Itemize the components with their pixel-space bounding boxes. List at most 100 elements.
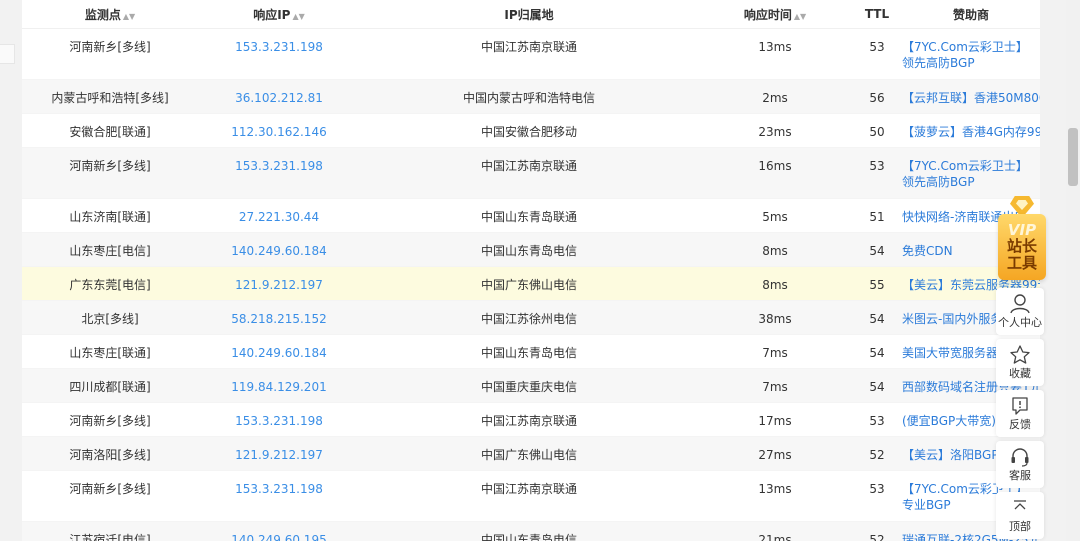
location-cell: 山东济南[联通]	[22, 198, 198, 233]
scrollbar-thumb[interactable]	[1068, 128, 1078, 186]
favorite-button[interactable]: 收藏	[996, 339, 1044, 386]
region-cell: 中国江苏南京联通	[480, 482, 577, 496]
table-row: 山东济南[联通] 27.221.30.44 中国山东青岛联通 5ms 51 快快网络-济南…	[22, 198, 1040, 233]
region-cell: 中国江苏徐州电信	[480, 312, 577, 326]
feedback-icon	[1012, 397, 1028, 415]
region-cell: 中国山东青岛电信	[360, 521, 698, 541]
sort-icon[interactable]: ▲▼	[292, 12, 304, 21]
response-time-cell: 17ms	[698, 402, 852, 437]
table-row: 河南新乡[多线] 153.3.231.198 中国江苏南京联通 16ms 53 【7YC.…	[22, 147, 1040, 199]
table-row: 广东东莞[电信] 121.9.212.197 中国广东佛山电信 8ms 55 【美云】东莞…	[22, 266, 1040, 301]
ip-cell[interactable]: 121.9.212.197	[198, 267, 360, 293]
profile-button[interactable]: 个人中心	[996, 288, 1044, 335]
ip-cell: 121.9.212.197	[198, 266, 360, 301]
ttl-cell: 54	[852, 334, 902, 369]
ttl-cell: 54	[852, 232, 902, 267]
feedback-button[interactable]: 反馈	[996, 390, 1044, 437]
header-ip[interactable]: 响应IP ▲▼	[198, 0, 360, 29]
left-collapse-tab[interactable]	[0, 44, 15, 64]
region-cell: 中国江苏南京联通	[360, 147, 698, 199]
left-margin	[0, 0, 22, 541]
response-time-cell: 23ms	[698, 113, 852, 148]
ttl-cell: 53	[869, 159, 885, 173]
response-time-cell: 8ms	[698, 266, 852, 301]
response-time-cell: 38ms	[758, 312, 792, 326]
region-cell: 中国江苏南京联通	[480, 414, 577, 428]
star-icon	[1010, 345, 1030, 364]
response-time-cell: 8ms	[698, 232, 852, 267]
region-cell: 中国江苏南京联通	[360, 470, 698, 522]
ip-cell[interactable]: 153.3.231.198	[198, 148, 360, 174]
response-time-cell: 16ms	[698, 147, 852, 199]
sort-icon[interactable]: ▲▼	[123, 12, 135, 21]
vip-card[interactable]: VIP 站长工具	[998, 214, 1046, 280]
region-cell: 中国广东佛山电信	[480, 278, 577, 292]
location-cell: 广东东莞[电信]	[69, 278, 151, 292]
response-time-cell: 23ms	[758, 125, 792, 139]
table-row: 山东枣庄[电信] 140.249.60.184 中国山东青岛电信 8ms 54 免费CDN	[22, 232, 1040, 267]
ip-cell[interactable]: 112.30.162.146	[198, 114, 360, 140]
response-time-cell: 5ms	[698, 198, 852, 233]
location-cell: 河南新乡[多线]	[22, 402, 198, 437]
region-cell: 中国安徽合肥移动	[480, 125, 577, 139]
sponsor-link[interactable]: 【云邦互联】香港50M800元	[902, 80, 1040, 106]
feedback-label: 反馈	[1009, 418, 1031, 431]
ping-results-table: 监测点 ▲▼ 响应IP ▲▼ IP归属地 响应时间 ▲▼ TTL 赞助商 河南新乡[多…	[22, 0, 1040, 541]
arrow-up-icon	[1014, 500, 1026, 510]
ip-cell[interactable]: 153.3.231.198	[198, 403, 360, 429]
back-to-top-label: 顶部	[1009, 520, 1031, 533]
region-cell: 中国广东佛山电信	[480, 448, 577, 462]
sponsor-link[interactable]: 【7YC.Com云彩卫士】领先高防BGP	[902, 29, 1040, 71]
location-cell: 安徽合肥[联通]	[22, 113, 198, 148]
region-cell: 中国江苏徐州电信	[360, 300, 698, 335]
ttl-cell: 54	[852, 300, 902, 335]
ip-cell[interactable]: 27.221.30.44	[198, 199, 360, 225]
response-time-cell: 27ms	[758, 448, 792, 462]
ip-cell[interactable]: 140.249.60.184	[198, 233, 360, 259]
ip-cell: 140.249.60.184	[198, 334, 360, 369]
user-icon	[1010, 294, 1030, 314]
ttl-cell: 56	[852, 79, 902, 114]
ttl-cell: 54	[869, 244, 885, 258]
ip-cell[interactable]: 36.102.212.81	[198, 80, 360, 106]
region-cell: 中国江苏南京联通	[480, 159, 577, 173]
response-time-cell: 8ms	[762, 244, 788, 258]
ttl-cell: 52	[869, 448, 885, 462]
location-cell: 山东枣庄[电信]	[22, 232, 198, 267]
response-time-cell: 16ms	[758, 159, 792, 173]
sponsor-cell: 【云邦互联】香港50M800元	[902, 79, 1040, 114]
header-time[interactable]: 响应时间 ▲▼	[698, 0, 852, 29]
customer-service-button[interactable]: 客服	[996, 441, 1044, 488]
location-cell: 河南新乡[多线]	[69, 159, 151, 173]
scrollbar-track[interactable]	[1066, 0, 1080, 541]
ttl-cell: 56	[869, 91, 885, 105]
sponsor-link[interactable]: 【7YC.Com云彩卫士】领先高防BGP	[902, 148, 1040, 190]
table-row: 河南新乡[多线] 153.3.231.198 中国江苏南京联通 13ms 53 【7YC.…	[22, 28, 1040, 80]
region-cell: 中国广东佛山电信	[360, 266, 698, 301]
ip-cell[interactable]: 58.218.215.152	[198, 301, 360, 327]
location-cell: 北京[多线]	[22, 300, 198, 335]
table-row: 内蒙古呼和浩特[多线] 36.102.212.81 中国内蒙古呼和浩特电信 2ms 56…	[22, 79, 1040, 114]
ttl-cell: 53	[852, 28, 902, 80]
ttl-cell: 50	[852, 113, 902, 148]
location-cell: 河南洛阳[多线]	[69, 448, 151, 462]
sponsor-link[interactable]: 【菠萝云】香港4G内存99元!	[902, 114, 1040, 140]
region-cell: 中国江苏南京联通	[480, 40, 577, 54]
vip-webmaster-tools-badge[interactable]: VIP 站长工具	[998, 196, 1046, 284]
region-cell: 中国重庆重庆电信	[480, 380, 577, 394]
response-time-cell: 38ms	[698, 300, 852, 335]
ip-cell[interactable]: 153.3.231.198	[198, 471, 360, 497]
ip-cell: 153.3.231.198	[198, 402, 360, 437]
ip-cell[interactable]: 140.249.60.184	[198, 335, 360, 361]
ip-cell[interactable]: 153.3.231.198	[198, 29, 360, 55]
region-cell: 中国内蒙古呼和浩特电信	[360, 79, 698, 114]
ip-cell[interactable]: 119.84.129.201	[198, 369, 360, 395]
ip-cell[interactable]: 140.249.60.195	[198, 522, 360, 541]
back-to-top-button[interactable]: 顶部	[996, 492, 1044, 539]
response-time-cell: 13ms	[758, 40, 792, 54]
ip-cell: 140.249.60.184	[198, 232, 360, 267]
ip-cell[interactable]: 121.9.212.197	[198, 437, 360, 463]
response-time-cell: 8ms	[762, 278, 788, 292]
header-location[interactable]: 监测点 ▲▼	[22, 0, 198, 29]
sort-icon[interactable]: ▲▼	[794, 12, 806, 21]
